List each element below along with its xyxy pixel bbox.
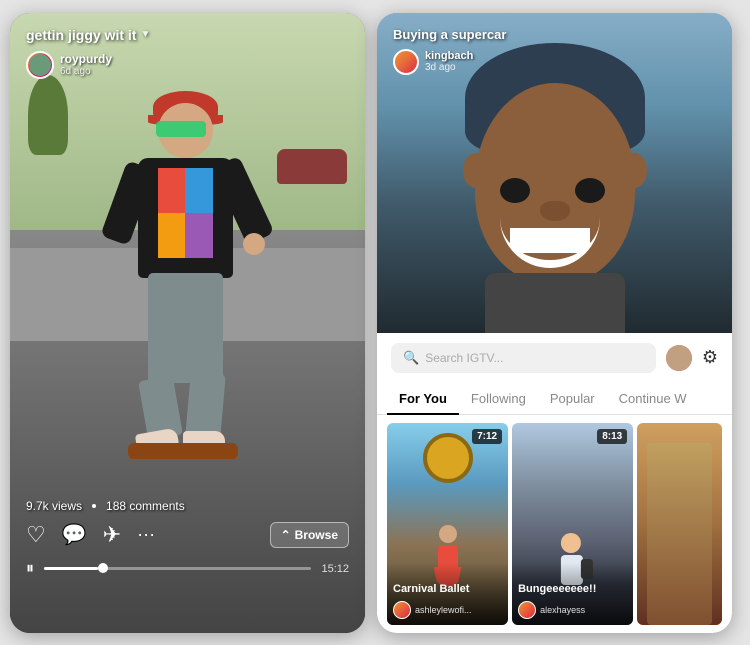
search-placeholder: Search IGTV... xyxy=(425,351,503,365)
right-creator-name-time: kingbach 3d ago xyxy=(425,50,473,73)
like-icon[interactable]: ♡ xyxy=(26,522,46,548)
time-display: 15:12 xyxy=(321,563,349,575)
right-video-title: Buying a supercar xyxy=(393,27,506,42)
tab-for-you[interactable]: For You xyxy=(387,383,459,414)
video-background: gettin jiggy wit it ▼ roypurdy 6d ago 9.… xyxy=(10,13,365,633)
pause-button[interactable]: ⏸ xyxy=(26,560,34,578)
car xyxy=(277,149,347,184)
thumb-creator-1: ashleylewofi... xyxy=(415,605,472,615)
thumb-duration-1: 7:12 xyxy=(472,429,502,444)
carousel-art xyxy=(423,433,473,483)
glasses xyxy=(156,121,206,137)
leg-right xyxy=(185,371,226,439)
thumb-duration-2: 8:13 xyxy=(597,429,627,444)
creator-name-time: roypurdy 6d ago xyxy=(60,52,112,77)
igtv-section: 🔍 Search IGTV... ⚙ For You Following xyxy=(377,333,732,633)
thumbnail-1[interactable]: 7:12 Carnival Ballet ashleylewofi... xyxy=(387,423,508,625)
browse-label: Browse xyxy=(295,528,338,542)
skateboard xyxy=(128,443,238,459)
face-ear-left xyxy=(463,153,488,188)
thumbnails-row: 7:12 Carnival Ballet ashleylewofi... xyxy=(377,415,732,633)
thumb-creator-row-2: alexhayess xyxy=(518,601,627,619)
jacket-blue xyxy=(185,168,213,213)
progress-container: ⏸ 15:12 xyxy=(10,560,365,578)
video-stats: 9.7k views 188 comments xyxy=(26,499,185,513)
right-creator-info: kingbach 3d ago xyxy=(393,49,473,75)
thumb-avatar-1 xyxy=(393,601,411,619)
creator-time: 6d ago xyxy=(60,66,112,77)
progress-bar[interactable] xyxy=(44,567,311,570)
browse-button[interactable]: ⌃ Browse xyxy=(270,522,349,548)
face-eye-left xyxy=(500,178,530,203)
stats-separator xyxy=(92,504,96,508)
left-phone: gettin jiggy wit it ▼ roypurdy 6d ago 9.… xyxy=(10,13,365,633)
shirt-collar xyxy=(485,273,625,333)
face-eye-right xyxy=(575,178,605,203)
progress-fill xyxy=(44,567,97,570)
right-creator-avatar[interactable] xyxy=(393,49,419,75)
thumb-info-2: Bungeeeeeee!! alexhayess xyxy=(512,563,633,624)
tab-following[interactable]: Following xyxy=(459,383,538,414)
thumb-title-2: Bungeeeeeee!! xyxy=(518,583,627,596)
tab-popular[interactable]: Popular xyxy=(538,383,607,414)
share-icon[interactable]: ✈ xyxy=(103,522,121,548)
face-ear-right xyxy=(622,153,647,188)
thumb-avatar-2 xyxy=(518,601,536,619)
bm-head xyxy=(561,533,581,553)
thumb-creator-row-1: ashleylewofi... xyxy=(393,601,502,619)
hand-right xyxy=(243,233,265,255)
avatar-image xyxy=(666,345,692,371)
tabs-row: For You Following Popular Continue W xyxy=(377,383,732,415)
title-chevron: ▼ xyxy=(140,29,150,40)
tree xyxy=(28,75,68,155)
jacket-yellow xyxy=(158,213,185,258)
jacket-purple xyxy=(185,213,213,258)
right-video-section: Buying a supercar kingbach 3d ago xyxy=(377,13,732,333)
search-bar: 🔍 Search IGTV... ⚙ xyxy=(377,333,732,383)
thumb-title-1: Carnival Ballet xyxy=(393,583,502,596)
action-row: ♡ 💬 ✈ ··· ⌃ Browse xyxy=(10,522,365,548)
video-title: gettin jiggy wit it ▼ xyxy=(26,27,150,43)
browse-arrow: ⌃ xyxy=(281,528,291,542)
progress-indicator xyxy=(98,563,108,573)
thumb-info-1: Carnival Ballet ashleylewofi... xyxy=(387,563,508,624)
comments-count: 188 comments xyxy=(106,499,185,513)
tab-continue[interactable]: Continue W xyxy=(607,383,699,414)
search-input-container[interactable]: 🔍 Search IGTV... xyxy=(391,343,656,373)
thumbnail-3[interactable] xyxy=(637,423,722,625)
jacket-red xyxy=(158,168,185,213)
right-creator-name: kingbach xyxy=(425,50,473,62)
search-icon: 🔍 xyxy=(403,350,419,366)
user-avatar[interactable] xyxy=(664,343,694,373)
dancer-head xyxy=(439,525,457,543)
thumbnail-2[interactable]: 8:13 Bungeeeeeee!! alexhayess xyxy=(512,423,633,625)
skater-person xyxy=(88,73,288,493)
pants xyxy=(148,273,223,383)
thumb3-bg xyxy=(647,443,712,625)
face-teeth xyxy=(510,228,590,253)
right-phone-content: Buying a supercar kingbach 3d ago 🔍 Sear… xyxy=(377,13,732,633)
settings-icon[interactable]: ⚙ xyxy=(702,347,718,368)
jacket-color-block xyxy=(158,168,213,268)
face-container xyxy=(445,43,665,323)
right-creator-time: 3d ago xyxy=(425,62,473,73)
thumb-creator-2: alexhayess xyxy=(540,605,585,615)
more-icon[interactable]: ··· xyxy=(137,524,155,545)
creator-info: roypurdy 6d ago xyxy=(26,51,112,79)
creator-avatar[interactable] xyxy=(26,51,54,79)
app-container: gettin jiggy wit it ▼ roypurdy 6d ago 9.… xyxy=(10,13,740,633)
comment-icon[interactable]: 💬 xyxy=(62,522,87,547)
right-phone: Buying a supercar kingbach 3d ago 🔍 Sear… xyxy=(377,13,732,633)
views-count: 9.7k views xyxy=(26,499,82,513)
creator-name: roypurdy xyxy=(60,52,112,66)
